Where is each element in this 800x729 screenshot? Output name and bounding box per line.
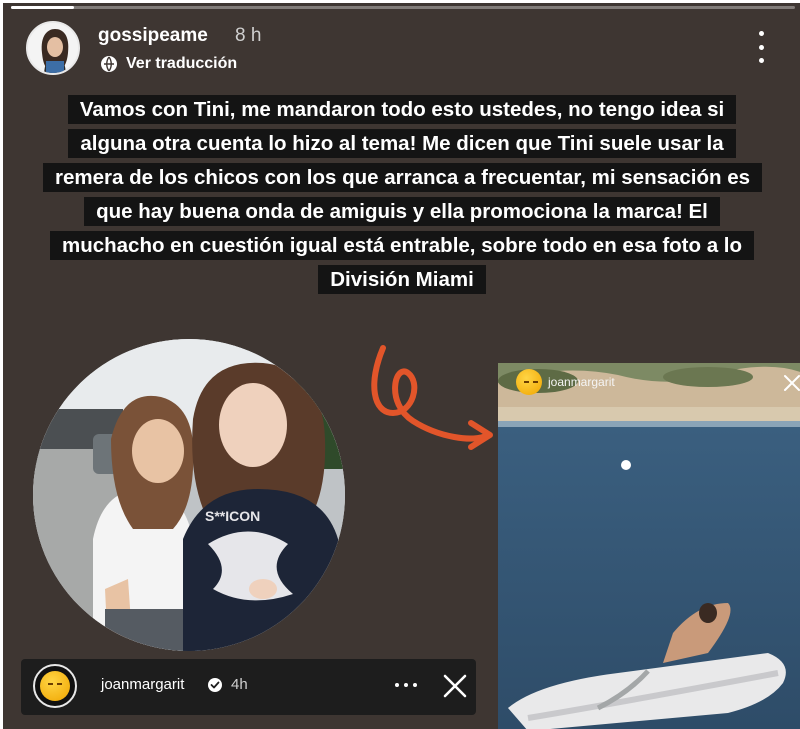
boat-story-header: joanmargarit	[516, 369, 615, 395]
shirt-text: S**ICON	[205, 508, 260, 524]
bottom-avatar[interactable]	[33, 664, 77, 708]
circle-photo: S**ICON	[33, 339, 345, 651]
see-translation-label: Ver traducción	[126, 55, 238, 72]
boat-story-username: joanmargarit	[548, 375, 615, 389]
bottom-time: 4h	[231, 676, 248, 693]
story-caption: Vamos con Tini, me mandaron todo esto us…	[43, 93, 763, 297]
close-icon[interactable]	[782, 373, 800, 393]
translate-icon	[101, 56, 117, 72]
story-view: gossipeame 8 h Ver traducción Vamos con …	[3, 3, 800, 729]
more-horizontal-icon[interactable]	[395, 683, 417, 689]
emoji-face-icon	[40, 671, 70, 701]
bottom-story-bar: joanmargarit 4h	[21, 659, 476, 715]
see-translation-button[interactable]: Ver traducción	[100, 55, 237, 73]
story-username[interactable]: gossipeame	[98, 25, 208, 47]
story-caption-text: Vamos con Tini, me mandaron todo esto us…	[43, 95, 763, 294]
story-progress-fill	[11, 6, 74, 9]
story-time: 8 h	[235, 25, 262, 46]
boat-story-screenshot: joanmargarit	[498, 363, 800, 729]
verified-icon	[208, 678, 222, 692]
profile-avatar[interactable]	[26, 21, 80, 75]
bottom-username[interactable]: joanmargarit	[101, 676, 184, 693]
close-icon[interactable]	[441, 672, 469, 700]
boat-story-avatar	[516, 369, 542, 395]
story-progress-bar	[11, 6, 795, 9]
arrow-icon	[371, 345, 493, 450]
more-vertical-icon[interactable]	[753, 31, 769, 63]
